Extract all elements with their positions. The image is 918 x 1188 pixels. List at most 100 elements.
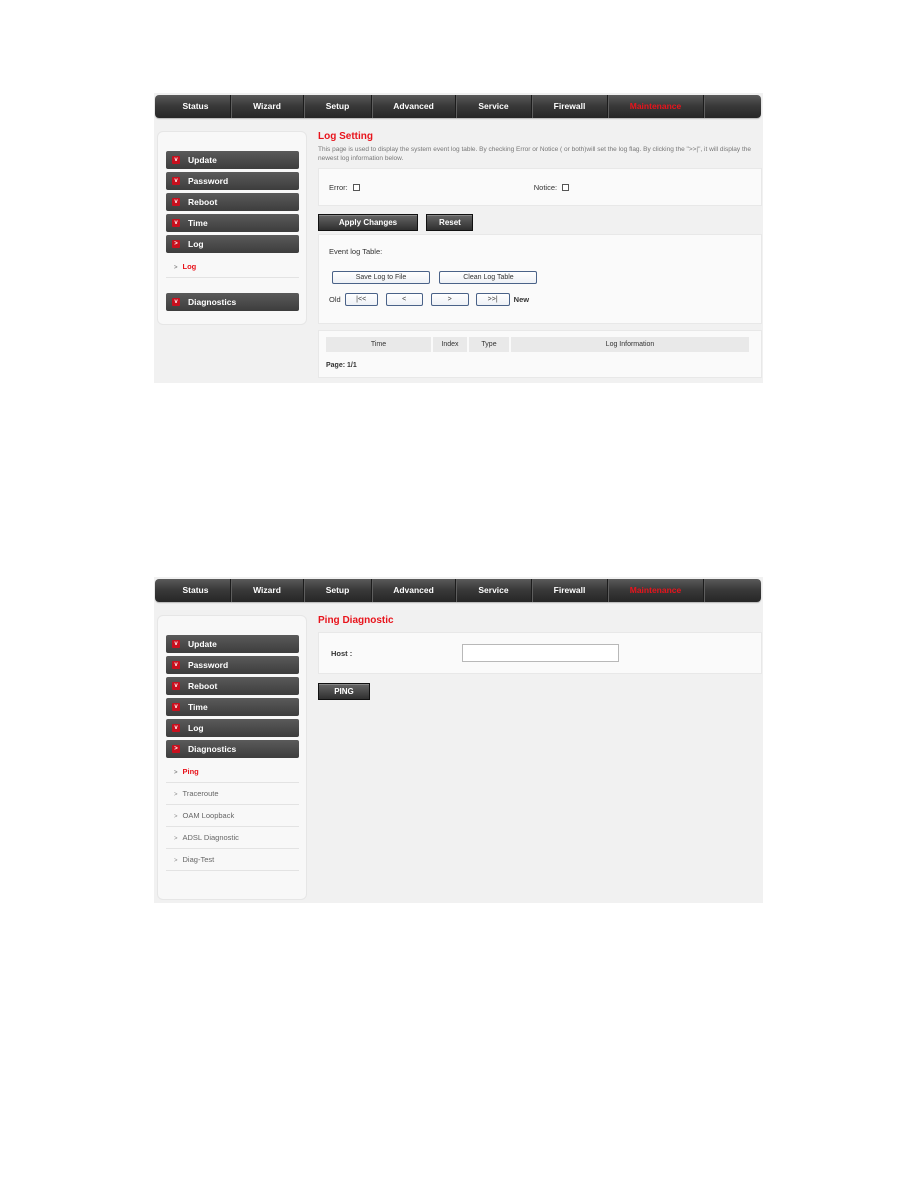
sidebar-menu: v Update v Password v Reboot v Time v Log > Di… (166, 635, 299, 871)
sidebar-subitem-diag-test[interactable]: > Diag-Test (166, 849, 299, 871)
sidebar-item-update[interactable]: v Update (166, 151, 299, 169)
sidebar-item-update[interactable]: v Update (166, 635, 299, 653)
nav-firewall[interactable]: Firewall (532, 95, 608, 118)
old-label: Old (329, 295, 341, 304)
sidebar-item-label: Reboot (188, 681, 218, 691)
sidebar: v Update v Password v Reboot v Time > Log > Lo… (157, 131, 307, 325)
chevron-down-icon: v (172, 703, 180, 711)
sidebar-subitem-label: Log (182, 262, 197, 271)
column-header-index: Index (433, 337, 467, 352)
chevron-down-icon: v (172, 724, 180, 732)
sidebar-subitem-ping[interactable]: > Ping (166, 761, 299, 783)
nav-status[interactable]: Status (161, 579, 231, 602)
main-content: Ping Diagnostic Host : PING (318, 615, 762, 700)
sidebar-item-label: Password (188, 660, 229, 670)
nav-maintenance[interactable]: Maintenance (608, 579, 704, 602)
error-label: Error: (329, 182, 348, 192)
nav-setup[interactable]: Setup (304, 95, 372, 118)
nav-setup[interactable]: Setup (304, 579, 372, 602)
arrow-right-icon: > (174, 792, 178, 798)
ping-button[interactable]: PING (318, 683, 370, 700)
apply-changes-button[interactable]: Apply Changes (318, 214, 418, 231)
arrow-right-icon: > (174, 265, 178, 271)
notice-checkbox[interactable] (562, 183, 570, 191)
sidebar-subitem-log[interactable]: > Log (166, 256, 299, 278)
nav-advanced[interactable]: Advanced (372, 95, 456, 118)
chevron-down-icon: v (172, 298, 180, 306)
sidebar-item-diagnostics[interactable]: v Diagnostics (166, 293, 299, 311)
sidebar-item-log[interactable]: > Log (166, 235, 299, 253)
page-indicator: Page: 1/1 (326, 362, 357, 369)
nav-service[interactable]: Service (456, 95, 532, 118)
sidebar-item-label: Time (188, 218, 208, 228)
arrow-right-icon: > (174, 770, 178, 776)
arrow-right-icon: > (174, 836, 178, 842)
log-table-panel: Time Index Type Log Information Page: 1/… (318, 330, 762, 378)
chevron-down-icon: v (172, 156, 180, 164)
nav-service[interactable]: Service (456, 579, 532, 602)
sidebar-subitem-label: Diag-Test (182, 855, 215, 864)
notice-label: Notice: (533, 182, 558, 192)
top-navbar: Status Wizard Setup Advanced Service Fir… (155, 579, 761, 602)
column-header-type: Type (469, 337, 509, 352)
ping-form-panel: Host : (318, 632, 762, 674)
sidebar-item-label: Diagnostics (188, 297, 237, 307)
reset-button[interactable]: Reset (426, 214, 474, 231)
sidebar-subitem-adsl-diagnostic[interactable]: > ADSL Diagnostic (166, 827, 299, 849)
chevron-down-icon: v (172, 682, 180, 690)
sidebar-item-label: Password (188, 176, 229, 186)
page-title: Log Setting (318, 131, 373, 142)
sidebar-item-label: Diagnostics (188, 744, 237, 754)
chevron-down-icon: v (172, 661, 180, 669)
sidebar-subitem-label: OAM Loopback (182, 811, 235, 820)
nav-maintenance[interactable]: Maintenance (608, 95, 704, 118)
column-header-time: Time (326, 337, 431, 352)
arrow-right-icon: > (174, 814, 178, 820)
nav-wizard[interactable]: Wizard (231, 95, 304, 118)
host-input[interactable] (462, 644, 619, 662)
sidebar-item-time[interactable]: v Time (166, 214, 299, 232)
error-checkbox[interactable] (352, 183, 360, 191)
save-log-button[interactable]: Save Log to File (332, 271, 430, 284)
nav-advanced[interactable]: Advanced (372, 579, 456, 602)
sidebar-item-label: Log (188, 239, 204, 249)
sidebar-item-label: Time (188, 702, 208, 712)
clean-log-button[interactable]: Clean Log Table (439, 271, 538, 284)
sidebar-item-password[interactable]: v Password (166, 656, 299, 674)
nav-wizard[interactable]: Wizard (231, 579, 304, 602)
sidebar-subitem-traceroute[interactable]: > Traceroute (166, 783, 299, 805)
top-navbar: Status Wizard Setup Advanced Service Fir… (155, 95, 761, 118)
ping-diagnostic-screenshot: Status Wizard Setup Advanced Service Fir… (154, 577, 763, 903)
sidebar-subitem-label: Traceroute (182, 789, 219, 798)
sidebar-item-time[interactable]: v Time (166, 698, 299, 716)
sidebar-menu: v Update v Password v Reboot v Time > Log > Lo… (166, 151, 299, 314)
sidebar-item-password[interactable]: v Password (166, 172, 299, 190)
sidebar-item-label: Update (188, 639, 217, 649)
chevron-down-icon: v (172, 219, 180, 227)
log-flag-panel: Error: Notice: (318, 168, 762, 206)
sidebar-item-diagnostics[interactable]: > Diagnostics (166, 740, 299, 758)
next-page-button[interactable]: > (430, 293, 469, 306)
last-page-button[interactable]: >>| (475, 293, 510, 306)
prev-page-button[interactable]: < (385, 293, 423, 306)
sidebar-item-label: Update (188, 155, 217, 165)
sidebar-item-label: Reboot (188, 197, 218, 207)
new-label: New (513, 295, 530, 304)
first-page-button[interactable]: |<< (344, 293, 378, 306)
event-log-panel: Event log Table: Save Log to File Clean … (318, 234, 762, 324)
sidebar-item-label: Log (188, 723, 204, 733)
host-label: Host : (331, 648, 353, 658)
sidebar-item-log[interactable]: v Log (166, 719, 299, 737)
nav-status[interactable]: Status (161, 95, 231, 118)
main-content: Log Setting This page is used to display… (318, 131, 762, 378)
chevron-right-icon: > (172, 240, 180, 248)
arrow-right-icon: > (174, 858, 178, 864)
nav-firewall[interactable]: Firewall (532, 579, 608, 602)
sidebar-item-reboot[interactable]: v Reboot (166, 677, 299, 695)
sidebar: v Update v Password v Reboot v Time v Log > Di… (157, 615, 307, 900)
chevron-down-icon: v (172, 198, 180, 206)
sidebar-subitem-oam-loopback[interactable]: > OAM Loopback (166, 805, 299, 827)
sidebar-item-reboot[interactable]: v Reboot (166, 193, 299, 211)
page-title: Ping Diagnostic (318, 615, 394, 626)
chevron-right-icon: > (172, 745, 180, 753)
